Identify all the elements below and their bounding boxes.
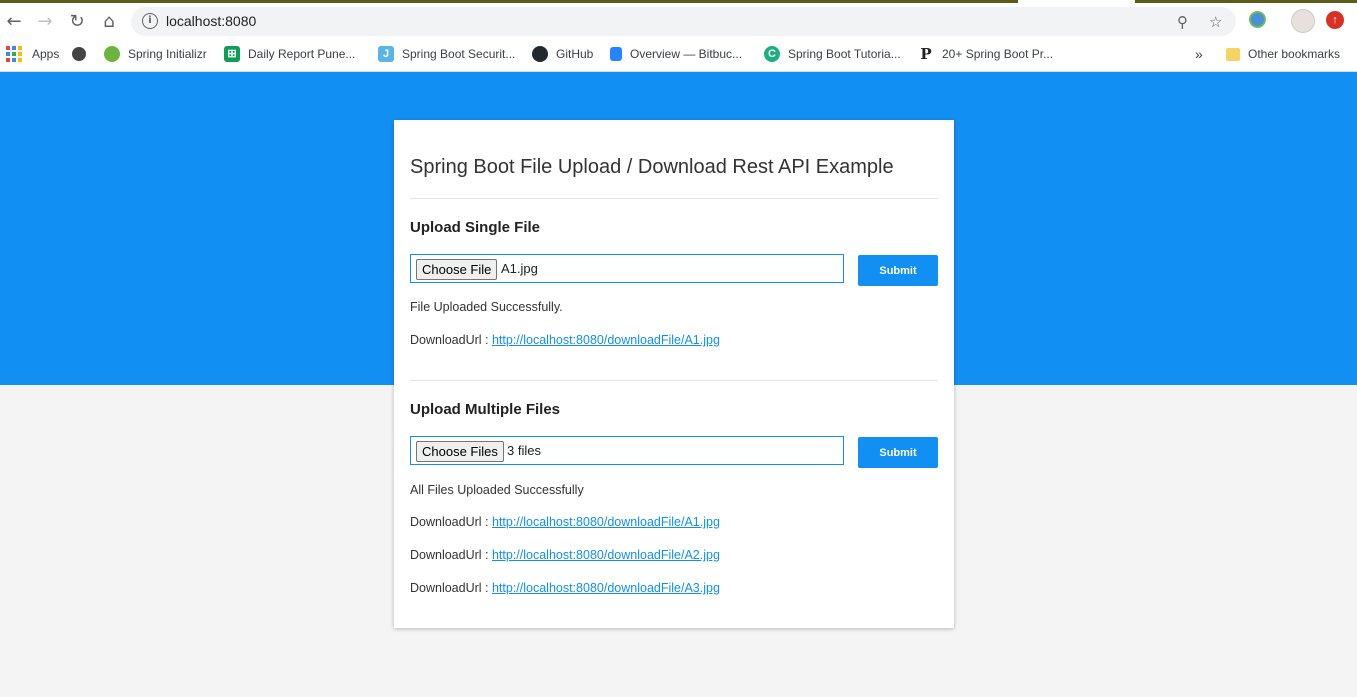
folder-icon xyxy=(1226,47,1240,61)
download-link[interactable]: http://localhost:8080/downloadFile/A1.jp… xyxy=(492,515,720,529)
address-bar[interactable]: i localhost:8080 ⚲ ☆ xyxy=(131,7,1236,36)
extension-globe-icon[interactable] xyxy=(1249,11,1266,28)
multiple-success-message: All Files Uploaded Successfully xyxy=(410,483,584,497)
bookmark-label: Spring Boot Tutoria... xyxy=(788,47,901,61)
bookmark-label: Spring Boot Securit... xyxy=(402,47,516,61)
multiple-download-row: DownloadUrl : http://localhost:8080/down… xyxy=(410,548,720,562)
choose-files-button[interactable]: Choose Files xyxy=(416,441,504,462)
c-icon: C xyxy=(764,46,780,62)
info-icon[interactable]: i xyxy=(142,13,158,29)
bookmarks-overflow[interactable]: » xyxy=(1195,45,1203,63)
multiple-download-row: DownloadUrl : http://localhost:8080/down… xyxy=(410,515,720,529)
download-link[interactable]: http://localhost:8080/downloadFile/A2.jp… xyxy=(492,548,720,562)
spring-icon xyxy=(104,46,120,62)
zoom-icon[interactable]: ⚲ xyxy=(1177,13,1188,31)
j-icon: J xyxy=(378,46,394,62)
multiple-submit-button[interactable]: Submit xyxy=(858,437,938,468)
download-label: DownloadUrl : xyxy=(410,333,492,347)
download-link[interactable]: http://localhost:8080/downloadFile/A3.jp… xyxy=(492,581,720,595)
divider xyxy=(410,198,938,199)
bookmark-label: Overview — Bitbuc... xyxy=(630,47,743,61)
selected-file-name: A1.jpg xyxy=(501,261,538,276)
divider xyxy=(410,380,938,381)
bookmark-daily-report[interactable]: ⊞ Daily Report Pune... xyxy=(224,45,355,63)
bookmark-github[interactable]: GitHub xyxy=(532,45,593,63)
extension-alert-icon[interactable]: ↑ xyxy=(1326,11,1344,29)
single-submit-button[interactable]: Submit xyxy=(858,255,938,286)
upload-card: Spring Boot File Upload / Download Rest … xyxy=(394,120,954,628)
single-success-message: File Uploaded Successfully. xyxy=(410,300,563,314)
multiple-upload-heading: Upload Multiple Files xyxy=(410,401,561,418)
bookmark-spring-projects[interactable]: P 20+ Spring Boot Pr... xyxy=(918,45,1053,63)
bookmarks-bar: Apps Spring Initializr ⊞ Daily Report Pu… xyxy=(0,38,1357,72)
bookmark-spring-security[interactable]: J Spring Boot Securit... xyxy=(378,45,515,63)
back-icon[interactable]: ← xyxy=(0,7,28,35)
download-link[interactable]: http://localhost:8080/downloadFile/A1.jp… xyxy=(492,333,720,347)
page-title: Spring Boot File Upload / Download Rest … xyxy=(410,156,894,178)
home-icon[interactable]: ⌂ xyxy=(95,7,123,35)
bookmark-apps[interactable]: Apps xyxy=(6,45,59,63)
bookmark-other[interactable]: Other bookmarks xyxy=(1226,45,1340,63)
bookmark-bitbucket[interactable]: Overview — Bitbuc... xyxy=(610,45,742,63)
choose-file-button[interactable]: Choose File xyxy=(416,259,498,280)
globe-icon xyxy=(72,47,86,61)
download-label: DownloadUrl : xyxy=(410,548,492,562)
single-file-input[interactable]: Choose File A1.jpg xyxy=(410,254,844,283)
github-icon xyxy=(532,46,548,62)
bookmark-label: 20+ Spring Boot Pr... xyxy=(942,47,1054,61)
multiple-file-input[interactable]: Choose Files 3 files xyxy=(410,436,844,465)
tab-strip-edge-right xyxy=(1135,0,1357,3)
bookmark-label: Spring Initializr xyxy=(128,47,207,61)
download-label: DownloadUrl : xyxy=(410,581,492,595)
single-upload-heading: Upload Single File xyxy=(410,219,541,236)
bookmark-spring-initializr[interactable]: Spring Initializr xyxy=(104,45,207,63)
address-url[interactable]: localhost:8080 xyxy=(166,13,256,29)
bitbucket-icon xyxy=(610,47,622,61)
bookmark-globe[interactable] xyxy=(72,45,94,63)
bookmark-label: GitHub xyxy=(556,47,594,61)
tab-strip-edge xyxy=(0,0,1018,3)
bookmark-spring-tutorial[interactable]: C Spring Boot Tutoria... xyxy=(764,45,901,63)
selected-files-count: 3 files xyxy=(507,443,541,458)
star-icon[interactable]: ☆ xyxy=(1209,13,1222,31)
reload-icon[interactable]: ↻ xyxy=(63,7,91,35)
browser-toolbar: ← → ↻ ⌂ i localhost:8080 ⚲ ☆ ↑ xyxy=(0,4,1357,38)
single-download-row: DownloadUrl : http://localhost:8080/down… xyxy=(410,333,720,347)
avatar[interactable] xyxy=(1291,9,1315,33)
bookmark-label: Daily Report Pune... xyxy=(248,47,356,61)
download-label: DownloadUrl : xyxy=(410,515,492,529)
bookmark-label: Other bookmarks xyxy=(1248,47,1341,61)
multiple-download-row: DownloadUrl : http://localhost:8080/down… xyxy=(410,581,720,595)
p-icon: P xyxy=(920,45,932,63)
apps-grid-icon xyxy=(6,46,22,62)
sheets-icon: ⊞ xyxy=(224,46,240,62)
forward-icon[interactable]: → xyxy=(31,7,59,35)
bookmark-label: Apps xyxy=(32,47,60,61)
